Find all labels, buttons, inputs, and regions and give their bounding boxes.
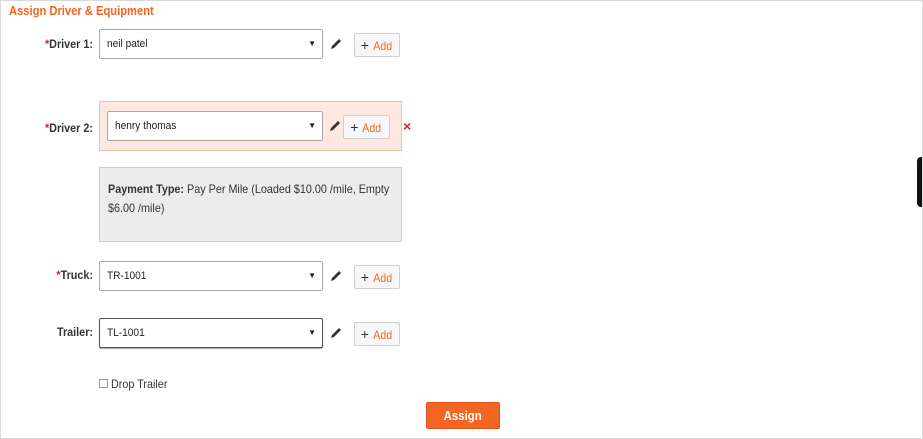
trailer-label: Trailer: <box>56 325 93 339</box>
section-title: Assign Driver & Equipment <box>9 3 154 18</box>
truck-label: *Truck: <box>56 268 93 282</box>
add-driver1-button[interactable]: + Add <box>354 33 400 57</box>
add-trailer-button[interactable]: + Add <box>354 322 400 346</box>
assign-driver-form: Assign Driver & Equipment *Driver 1: nei… <box>0 0 923 439</box>
chevron-down-icon: ▼ <box>308 328 316 337</box>
plus-icon: + <box>360 37 369 53</box>
driver1-label: *Driver 1: <box>44 37 93 51</box>
drop-trailer-checkbox[interactable] <box>99 379 108 389</box>
chevron-down-icon: ▼ <box>308 271 316 280</box>
driver1-select[interactable]: neil patel ▼ <box>99 29 323 59</box>
pencil-icon[interactable] <box>328 119 342 133</box>
plus-icon: + <box>350 119 359 135</box>
pencil-icon[interactable] <box>329 37 343 51</box>
drop-trailer-label: Drop Trailer <box>111 376 168 391</box>
chevron-down-icon: ▼ <box>308 121 316 130</box>
plus-icon: + <box>360 269 369 285</box>
driver2-label: *Driver 2: <box>44 121 93 135</box>
add-driver2-button[interactable]: + Add <box>343 115 390 139</box>
drop-trailer-row[interactable]: Drop Trailer <box>99 376 174 391</box>
truck-select[interactable]: TR-1001 ▼ <box>99 261 323 291</box>
truck-value: TR-1001 <box>107 270 147 282</box>
payment-type-label: Payment Type: <box>108 182 185 196</box>
plus-icon: + <box>360 326 369 342</box>
driver2-value: henry thomas <box>115 120 177 132</box>
add-truck-button[interactable]: + Add <box>354 265 400 289</box>
assign-button[interactable]: Assign <box>426 402 500 429</box>
trailer-value: TL-1001 <box>107 327 145 339</box>
driver2-select[interactable]: henry thomas ▼ <box>107 111 323 141</box>
trailer-select[interactable]: TL-1001 ▼ <box>99 318 323 348</box>
payment-type-box: Payment Type: Pay Per Mile (Loaded $10.0… <box>99 167 402 242</box>
remove-driver2-icon[interactable]: × <box>403 118 411 134</box>
pencil-icon[interactable] <box>329 326 343 340</box>
chevron-down-icon: ▼ <box>308 39 316 48</box>
driver1-value: neil patel <box>107 38 148 50</box>
pencil-icon[interactable] <box>329 269 343 283</box>
side-tab-handle[interactable] <box>917 157 922 207</box>
